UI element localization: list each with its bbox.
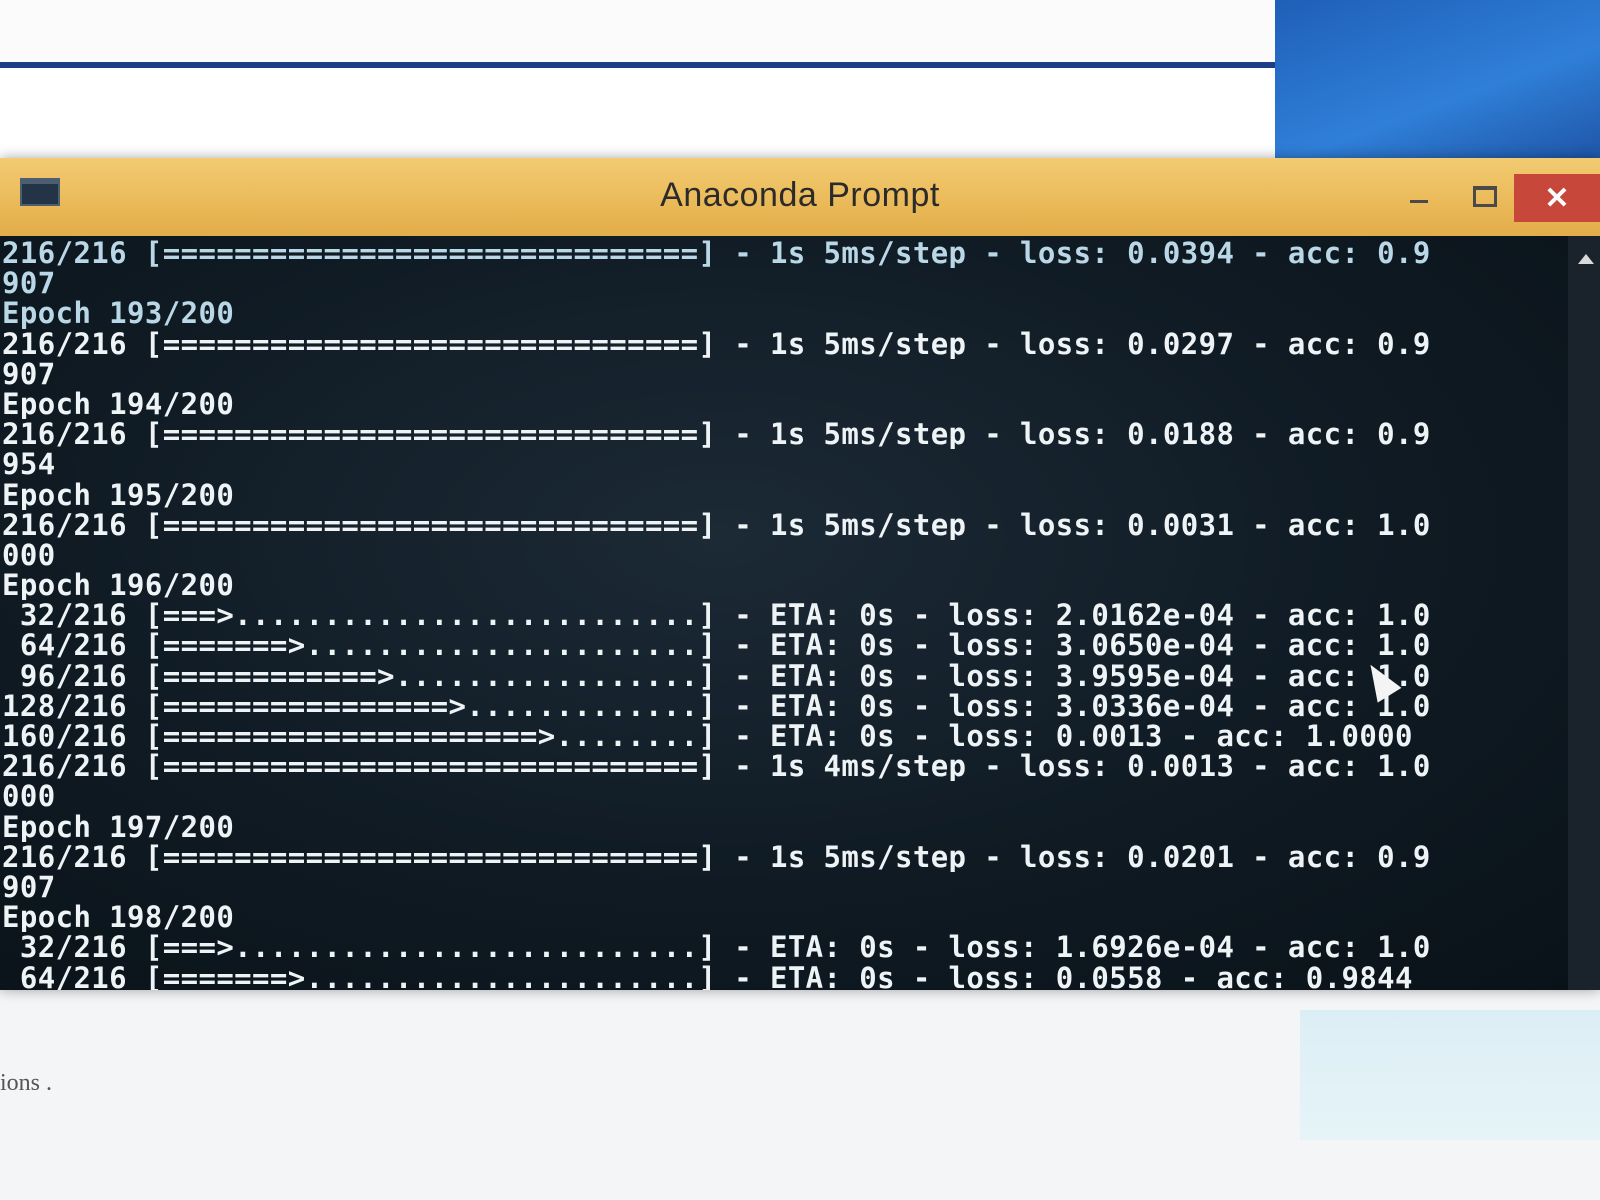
console-lines: 216/216 [==============================]… — [2, 238, 1568, 990]
console-line: 216/216 [==============================]… — [2, 419, 1431, 450]
console-line: Epoch 196/200 — [2, 570, 235, 601]
console-line: 000 — [2, 539, 56, 571]
console-line: 128/216 [================>.............]… — [2, 690, 1431, 721]
console-line: 96/216 [============>.................] … — [2, 660, 1431, 691]
window-title: Anaconda Prompt — [660, 176, 940, 214]
console-line: 216/216 [==============================]… — [2, 751, 1431, 782]
desktop-wallpaper — [1275, 0, 1600, 180]
console-line: 907 — [2, 268, 56, 299]
console-line: 216/216 [==============================]… — [2, 509, 1431, 540]
console-line: 907 — [2, 358, 56, 389]
maximize-icon — [1473, 185, 1497, 207]
console-line: 64/216 [=======>......................] … — [2, 962, 1413, 991]
console-line: Epoch 198/200 — [2, 902, 235, 933]
console-line: 216/216 [==============================]… — [2, 238, 1431, 269]
console-line: Epoch 195/200 — [2, 479, 235, 510]
console-line: 64/216 [=======>......................] … — [2, 630, 1431, 661]
background-panel — [1300, 1010, 1600, 1140]
maximize-button[interactable] — [1462, 174, 1508, 218]
minimize-icon — [1410, 199, 1428, 203]
console-line: 907 — [2, 871, 56, 903]
background-window-middle — [0, 68, 1275, 168]
console-line: 216/216 [==============================]… — [2, 841, 1431, 872]
anaconda-prompt-window[interactable]: Anaconda Prompt ✕ 216/216 [=============… — [0, 158, 1600, 990]
console-line: Epoch 194/200 — [2, 388, 235, 420]
background-window-top — [0, 0, 1275, 68]
console-line: Epoch 197/200 — [2, 811, 235, 842]
console-line: 32/216 [===>..........................] … — [2, 600, 1431, 631]
console-line: 216/216 [==============================]… — [2, 328, 1431, 359]
scroll-up-arrow-icon[interactable] — [1578, 254, 1594, 264]
close-button[interactable]: ✕ — [1514, 174, 1600, 222]
console-line: Epoch 193/200 — [2, 298, 235, 329]
vertical-scrollbar[interactable] — [1568, 236, 1600, 990]
console-line: 954 — [2, 449, 56, 480]
background-document-text: ions . — [0, 1070, 53, 1096]
console-line: 000 — [2, 781, 56, 812]
title-bar[interactable]: Anaconda Prompt ✕ — [0, 158, 1600, 236]
console-output[interactable]: 216/216 [==============================]… — [0, 236, 1600, 990]
console-line: 32/216 [===>..........................] … — [2, 932, 1431, 963]
close-icon: ✕ — [1544, 181, 1570, 215]
console-line: 160/216 [=====================>........]… — [2, 721, 1413, 752]
minimize-button[interactable] — [1396, 174, 1442, 218]
